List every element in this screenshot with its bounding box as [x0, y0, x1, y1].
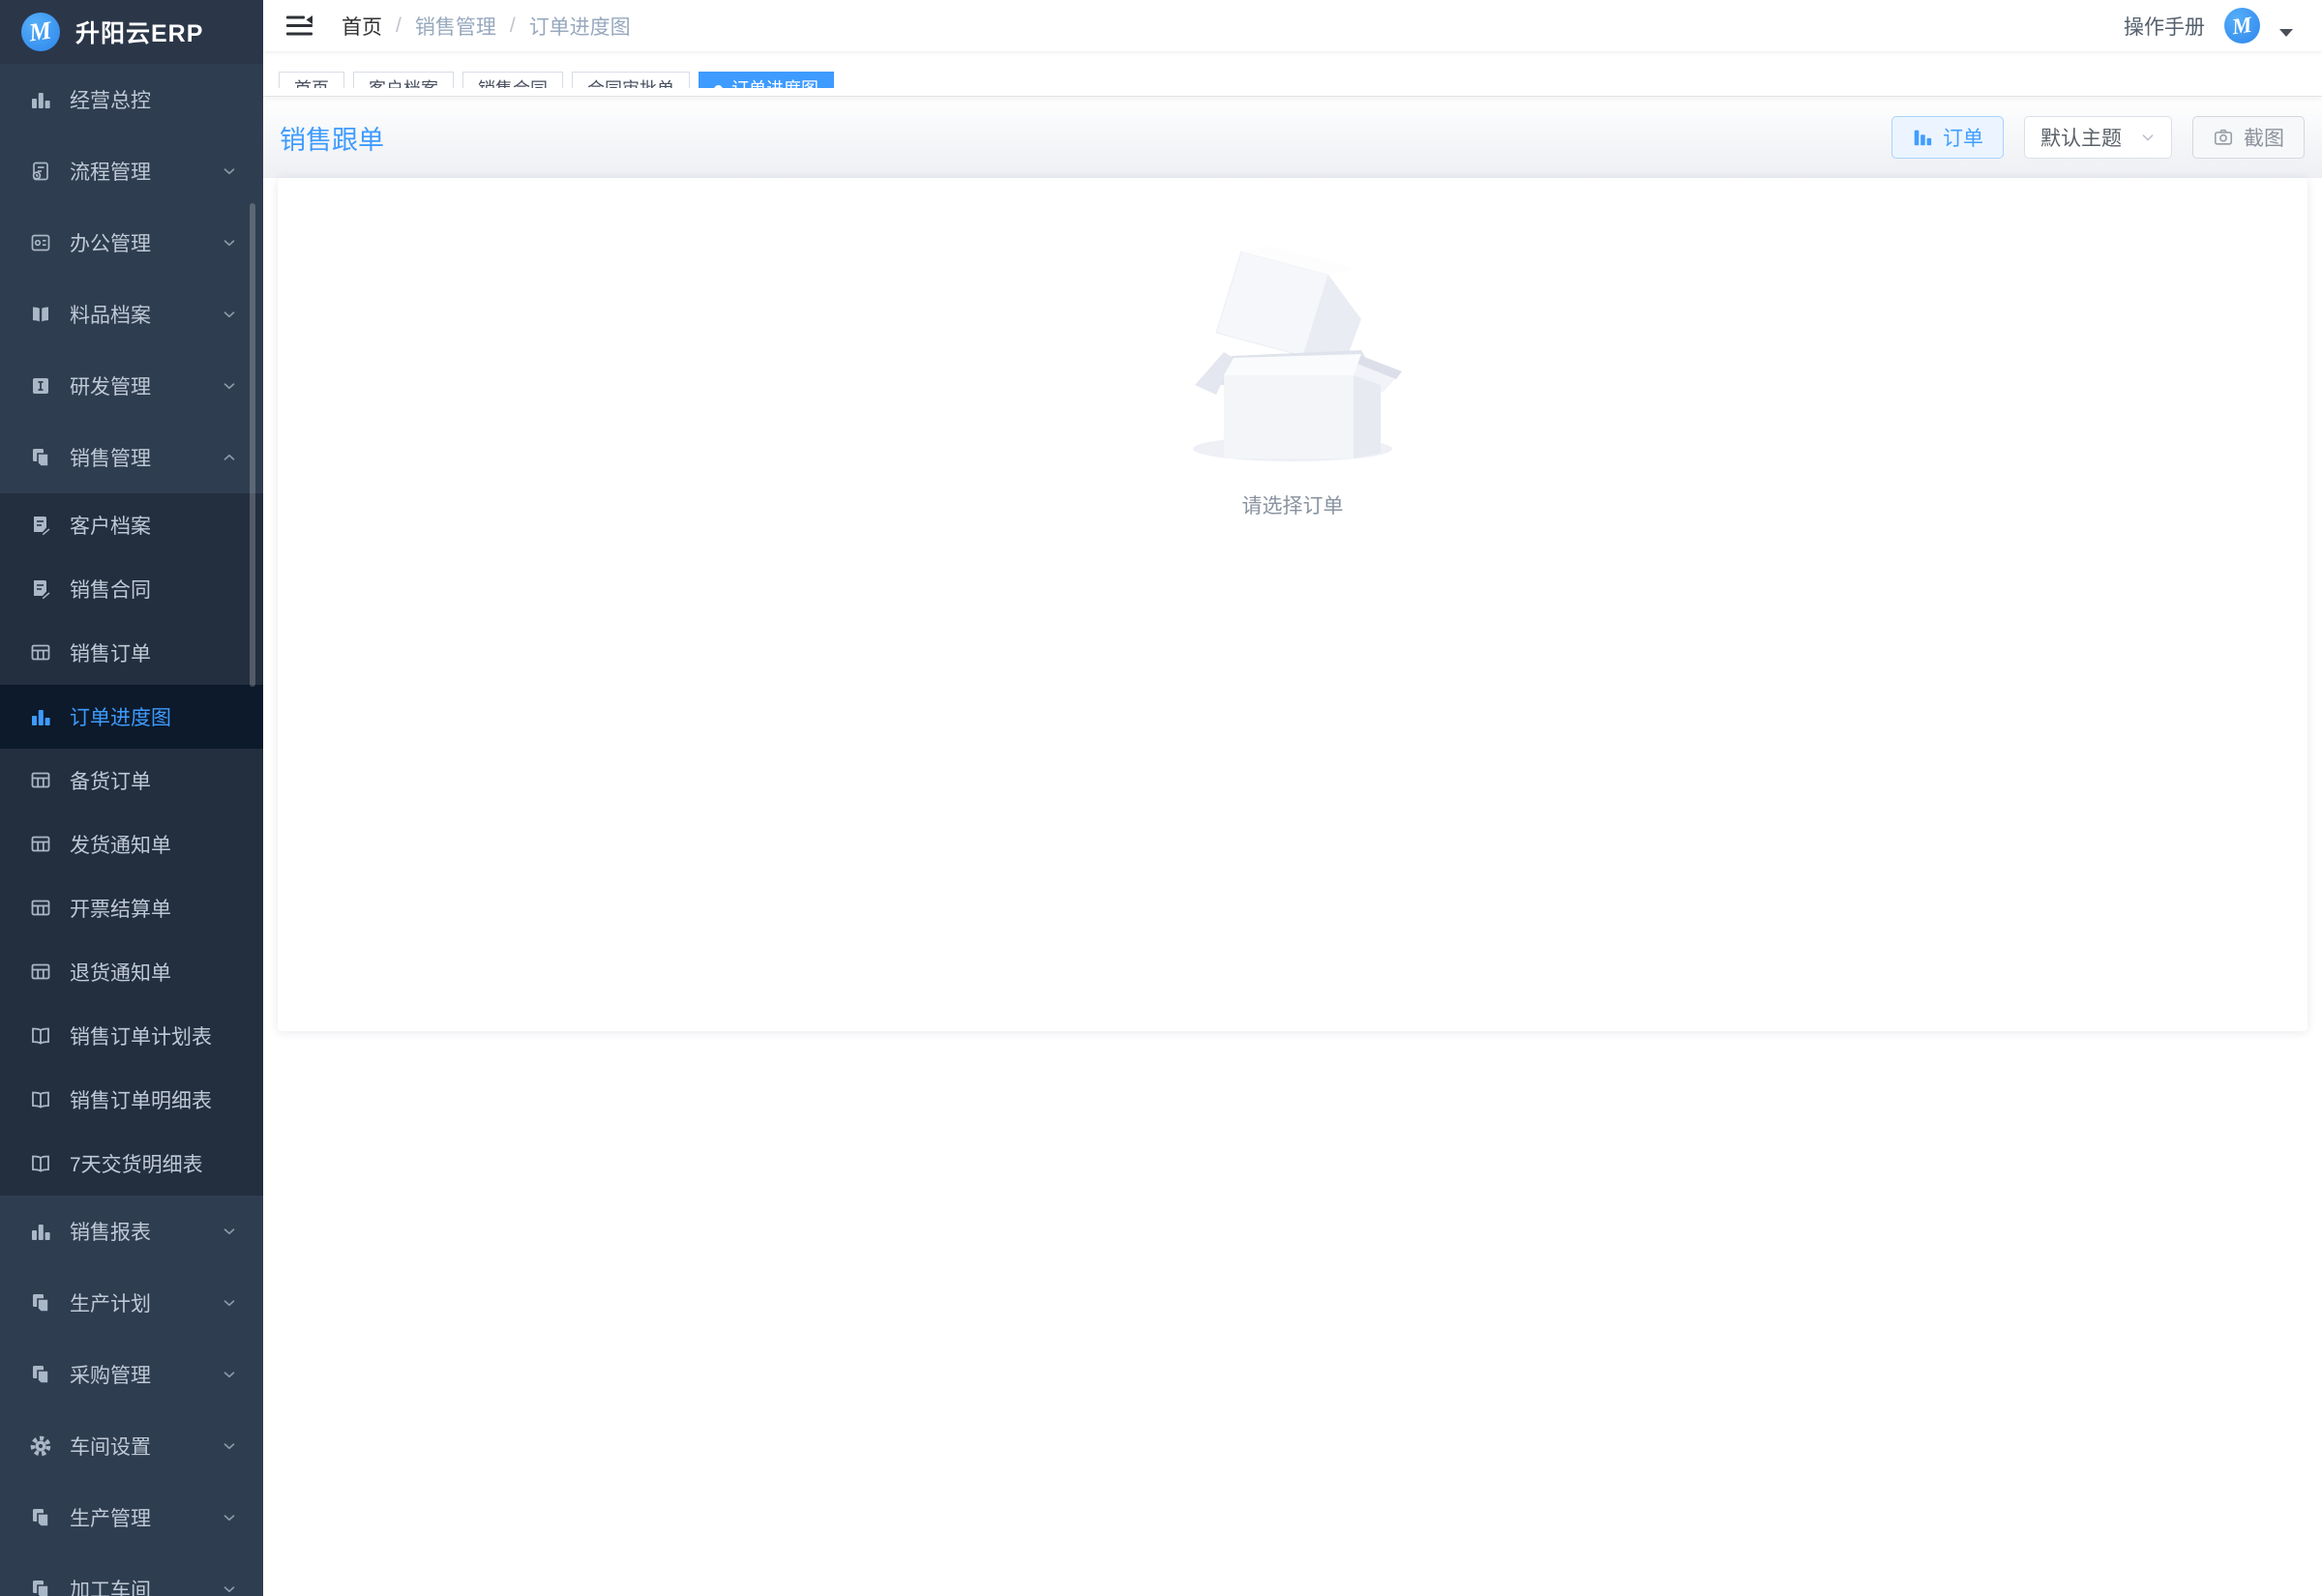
table-icon	[29, 897, 52, 920]
open-book-icon	[29, 1088, 52, 1111]
breadcrumb-sales-management: 销售管理	[415, 12, 496, 41]
sidebar-item-sales-order-detail-report[interactable]: 销售订单明细表	[0, 1068, 263, 1132]
tab-sales-contract[interactable]: 销售合同	[462, 72, 563, 88]
chevron-down-icon	[221, 377, 238, 395]
bar-chart-icon	[29, 705, 52, 728]
breadcrumb: 首页 / 销售管理 / 订单进度图	[342, 12, 631, 41]
sidebar-item-shipping-notice[interactable]: 发货通知单	[0, 813, 263, 876]
pages-icon	[29, 1578, 52, 1596]
tab-contract-approval[interactable]: 合同审批单	[572, 72, 690, 88]
pages-icon	[29, 446, 52, 469]
sidebar-item-sales-contract[interactable]: 销售合同	[0, 557, 263, 621]
chart-icon	[1912, 127, 1933, 148]
chevron-down-icon	[221, 163, 238, 180]
sidebar-item-return-notice[interactable]: 退货通知单	[0, 940, 263, 1004]
navbar-right: 操作手册 M	[2124, 8, 2293, 44]
page-title: 销售跟单	[280, 119, 384, 157]
screenshot-button[interactable]: 截图	[2192, 116, 2305, 159]
sidebar-item-sales-management[interactable]: 销售管理	[0, 422, 263, 493]
sidebar-item-operations-dashboard[interactable]: 经营总控	[0, 64, 263, 135]
brand-logo-icon: M	[21, 13, 60, 51]
sidebar-item-customer-archives[interactable]: 客户档案	[0, 493, 263, 557]
sidebar-item-office-management[interactable]: 办公管理	[0, 207, 263, 279]
top-navbar: 首页 / 销售管理 / 订单进度图 操作手册 M	[263, 0, 2322, 51]
info-square-icon	[29, 374, 52, 398]
chevron-down-icon	[221, 234, 238, 251]
sidebar-item-processing-workshop[interactable]: 加工车间	[0, 1553, 263, 1596]
chevron-down-icon	[221, 1509, 238, 1526]
sidebar-item-sales-order-plan-report[interactable]: 销售订单计划表	[0, 1004, 263, 1068]
active-tab-dot-icon	[714, 85, 723, 88]
doc-edit-icon	[29, 514, 52, 537]
user-menu-caret-icon[interactable]	[2279, 29, 2293, 37]
sidebar-item-stock-prep-order[interactable]: 备货订单	[0, 749, 263, 813]
sidebar-collapse-button[interactable]	[263, 0, 336, 51]
sidebar-scrollbar-thumb[interactable]	[250, 203, 255, 687]
app-root: M 升阳云ERP 经营总控 流程管理 办公管理 料品档案	[0, 0, 2322, 1596]
office-card-icon	[29, 231, 52, 254]
main-area: 首页 / 销售管理 / 订单进度图 操作手册 M 首页 客户档案	[263, 0, 2322, 1596]
breadcrumb-separator: /	[510, 15, 516, 38]
empty-state-text: 请选择订单	[1242, 490, 1344, 519]
tab-customer-archives[interactable]: 客户档案	[353, 72, 454, 88]
sidebar-item-seven-day-delivery-report[interactable]: 7天交货明细表	[0, 1132, 263, 1196]
sidebar-item-invoice-settlement[interactable]: 开票结算单	[0, 876, 263, 940]
process-doc-icon	[29, 160, 52, 183]
sidebar-item-sales-reports[interactable]: 销售报表	[0, 1196, 263, 1267]
pages-icon	[29, 1506, 52, 1529]
table-icon	[29, 833, 52, 856]
user-avatar[interactable]: M	[2224, 8, 2260, 44]
breadcrumb-separator: /	[396, 15, 402, 38]
book-icon	[29, 303, 52, 326]
sidebar-item-purchase-management[interactable]: 采购管理	[0, 1339, 263, 1410]
sidebar-item-workshop-settings[interactable]: 车间设置	[0, 1410, 263, 1482]
sidebar-item-production-plan[interactable]: 生产计划	[0, 1267, 263, 1339]
table-icon	[29, 641, 52, 665]
chevron-down-icon	[2140, 130, 2156, 145]
sidebar-item-sales-order[interactable]: 销售订单	[0, 621, 263, 685]
sidebar-item-production-management[interactable]: 生产管理	[0, 1482, 263, 1553]
chevron-up-icon	[221, 449, 238, 466]
pages-icon	[29, 1291, 52, 1315]
chevron-down-icon	[221, 1366, 238, 1383]
order-tracking-panel: 请选择订单	[278, 178, 2307, 1031]
order-button[interactable]: 订单	[1891, 116, 2004, 159]
header-actions: 订单 默认主题 截图	[1891, 116, 2305, 159]
theme-select[interactable]: 默认主题	[2024, 116, 2172, 159]
open-book-icon	[29, 1024, 52, 1048]
page-header: 销售跟单 订单 默认主题	[263, 97, 2322, 178]
tab-home[interactable]: 首页	[279, 72, 344, 88]
chevron-down-icon	[221, 1294, 238, 1312]
sidebar-menu: 经营总控 流程管理 办公管理 料品档案 研发管理	[0, 64, 263, 1596]
manual-link[interactable]: 操作手册	[2124, 12, 2205, 41]
bar-chart-icon	[29, 88, 52, 111]
tags-clip-region: 首页 客户档案 销售合同 合同审批单 订单进度图	[279, 72, 834, 88]
pages-icon	[29, 1363, 52, 1386]
chevron-down-icon	[221, 1223, 238, 1240]
sidebar-item-order-progress-chart[interactable]: 订单进度图	[0, 685, 263, 749]
sidebar-item-process-management[interactable]: 流程管理	[0, 135, 263, 207]
tags-view-bar: 首页 客户档案 销售合同 合同审批单 订单进度图	[263, 51, 2322, 97]
hamburger-icon	[286, 15, 313, 36]
camera-icon	[2213, 127, 2234, 148]
bar-chart-icon	[29, 1220, 52, 1243]
table-icon	[29, 769, 52, 792]
brand-title: 升阳云ERP	[75, 15, 203, 49]
page-content: 销售跟单 订单 默认主题	[263, 97, 2322, 1596]
breadcrumb-order-progress: 订单进度图	[529, 12, 631, 41]
doc-edit-icon	[29, 577, 52, 601]
breadcrumb-home[interactable]: 首页	[342, 12, 382, 41]
sidebar-item-material-archives[interactable]: 料品档案	[0, 279, 263, 350]
empty-box-illustration	[1181, 238, 1404, 465]
open-book-icon	[29, 1152, 52, 1175]
sidebar: M 升阳云ERP 经营总控 流程管理 办公管理 料品档案	[0, 0, 263, 1596]
gear-icon	[29, 1434, 52, 1458]
chevron-down-icon	[221, 1437, 238, 1455]
chevron-down-icon	[221, 306, 238, 323]
sidebar-item-rd-management[interactable]: 研发管理	[0, 350, 263, 422]
tab-order-progress-chart[interactable]: 订单进度图	[699, 72, 834, 88]
chevron-down-icon	[221, 1581, 238, 1596]
table-icon	[29, 961, 52, 984]
sidebar-logo[interactable]: M 升阳云ERP	[0, 0, 263, 64]
